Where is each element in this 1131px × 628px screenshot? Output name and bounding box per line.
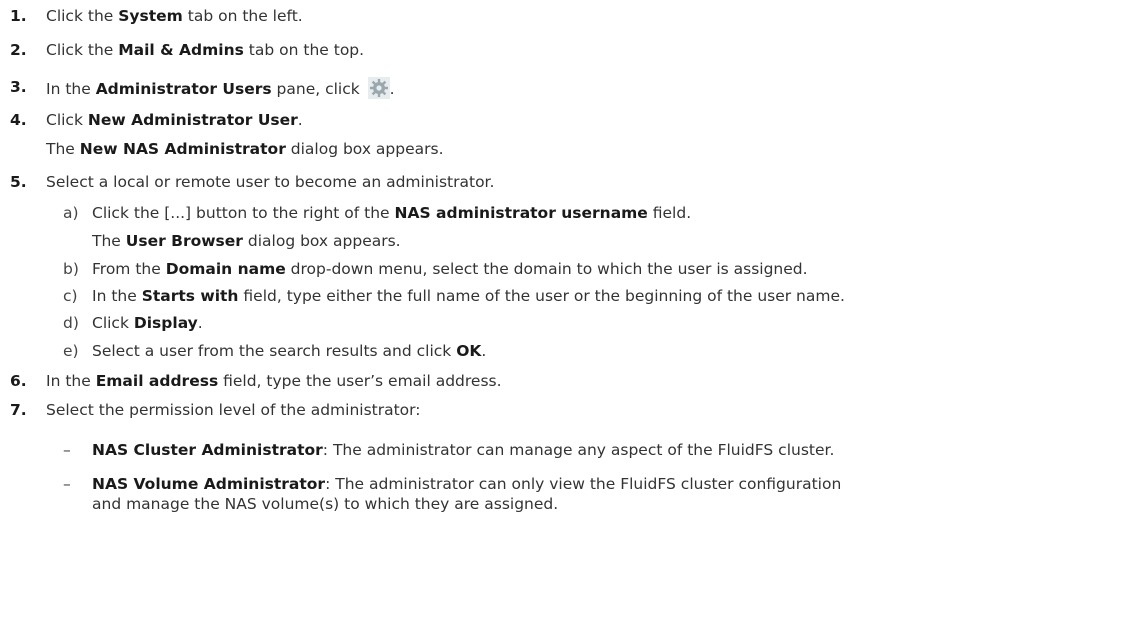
step-number: 5.: [10, 173, 27, 191]
substep-letter: d): [63, 314, 79, 332]
mail-admins-tab-label: Mail & Admins: [118, 41, 244, 59]
substep-d-text: Click Display.: [92, 314, 203, 332]
nas-admin-username-label: NAS administrator username: [394, 204, 648, 222]
step-4-text: Click New Administrator User.: [46, 111, 303, 129]
substep-a-result: The User Browser dialog box appears.: [92, 232, 401, 250]
display-label: Display: [133, 314, 198, 332]
step-number: 6.: [10, 372, 27, 390]
substep-a-text: Click the [...] button to the right of t…: [92, 204, 692, 222]
step-3-text: In the Administrator Users pane, click .: [46, 77, 395, 99]
step-number: 7.: [10, 401, 27, 419]
domain-name-label: Domain name: [165, 260, 286, 278]
gear-icon: [367, 77, 390, 99]
step-number: 2.: [10, 41, 27, 59]
new-nas-administrator-label: New NAS Administrator: [79, 140, 286, 158]
bullet-dash: –: [63, 441, 71, 459]
step-number: 4.: [10, 111, 27, 129]
step-6-text: In the Email address field, type the use…: [46, 372, 502, 390]
step-number: 3.: [10, 78, 27, 96]
new-administrator-user-label: New Administrator User: [87, 111, 298, 129]
bullet-dash: –: [63, 475, 71, 493]
nas-volume-admin-label: NAS Volume Administrator: [92, 475, 326, 493]
substep-letter: c): [63, 287, 78, 305]
bullet-volume-admin: NAS Volume Administrator: The administra…: [92, 475, 842, 493]
system-tab-label: System: [118, 7, 183, 25]
user-browser-label: User Browser: [125, 232, 243, 250]
step-1-text: Click the System tab on the left.: [46, 7, 303, 25]
step-number: 1.: [10, 7, 27, 25]
nas-cluster-admin-label: NAS Cluster Administrator: [92, 441, 323, 459]
bullet-cluster-admin: NAS Cluster Administrator: The administr…: [92, 441, 835, 459]
bullet-volume-admin-cont: and manage the NAS volume(s) to which th…: [92, 495, 559, 513]
email-address-label: Email address: [95, 372, 219, 390]
step-4-result: The New NAS Administrator dialog box app…: [46, 140, 444, 158]
substep-letter: a): [63, 204, 79, 222]
substep-letter: b): [63, 260, 79, 278]
substep-c-text: In the Starts with field, type either th…: [92, 287, 845, 305]
step-2-text: Click the Mail & Admins tab on the top.: [46, 41, 365, 59]
step-5-text: Select a local or remote user to become …: [46, 173, 495, 191]
substep-b-text: From the Domain name drop-down menu, sel…: [92, 260, 808, 278]
ok-label: OK: [456, 342, 482, 360]
substep-letter: e): [63, 342, 79, 360]
step-7-text: Select the permission level of the admin…: [46, 401, 421, 419]
administrator-users-label: Administrator Users: [95, 80, 272, 98]
substep-e-text: Select a user from the search results an…: [92, 342, 487, 360]
starts-with-label: Starts with: [141, 287, 239, 305]
